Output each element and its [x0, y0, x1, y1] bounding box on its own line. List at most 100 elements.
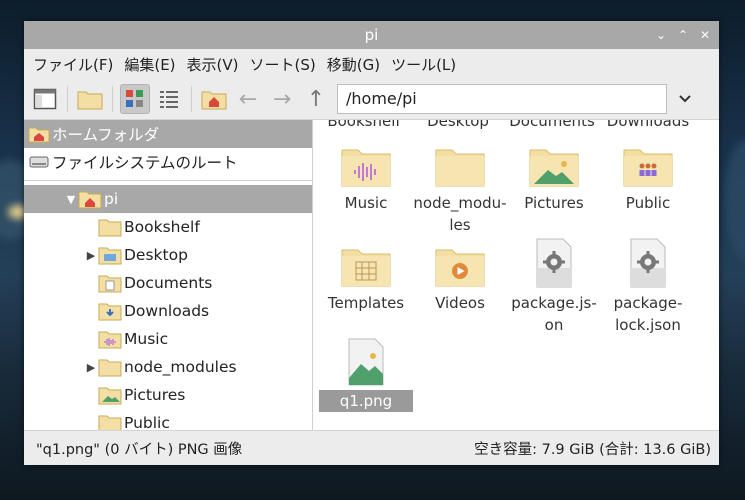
- address-bar[interactable]: /home/pi: [337, 84, 667, 114]
- menu-bar: ファイル(F) 編集(E) 表示(V) ソート(S) 移動(G) ツール(L): [24, 49, 719, 79]
- expander-icon[interactable]: ▶: [84, 361, 98, 374]
- selection-info: "q1.png" (0 バイト) PNG 画像: [36, 441, 243, 458]
- disk-space-info: 空き容量: 7.9 GiB (合計: 13.6 GiB): [474, 441, 711, 458]
- chevron-down-icon[interactable]: [671, 84, 699, 114]
- window-title: pi: [364, 26, 379, 44]
- file-item[interactable]: Downloads: [601, 120, 695, 132]
- file-item[interactable]: Bookshelf: [317, 120, 411, 132]
- desktop-folder-icon: [98, 245, 122, 265]
- menu-file[interactable]: ファイル(F): [30, 54, 121, 75]
- places-pane: ホームフォルダ ファイルシステムのルート: [24, 120, 312, 181]
- folder-icon: [98, 413, 122, 430]
- file-item-videos[interactable]: Videos: [413, 238, 507, 314]
- file-name: Bookshelf: [327, 120, 401, 130]
- tree-item-pictures[interactable]: Pictures: [24, 381, 312, 409]
- file-item-node-modules[interactable]: node_modu- les: [413, 138, 507, 236]
- file-name: Templates: [327, 294, 405, 312]
- file-name: Downloads: [606, 120, 690, 130]
- icon-view: Bookshelf Desktop Documents Downloads Mu…: [313, 120, 719, 430]
- expander-icon[interactable]: ▼: [64, 193, 78, 206]
- folder-icon: [98, 357, 122, 377]
- menu-sort[interactable]: ソート(S): [247, 54, 324, 75]
- tree-item-music[interactable]: Music: [24, 325, 312, 353]
- videos-folder-icon: [413, 238, 507, 288]
- file-name: package- lock.json: [613, 294, 683, 334]
- drive-icon: [28, 152, 50, 172]
- tree-label: Music: [124, 330, 169, 348]
- tree-item-pi[interactable]: ▼ pi: [24, 185, 312, 213]
- file-name: Public: [625, 194, 671, 212]
- file-name: package.js- on: [511, 294, 597, 334]
- home-folder-icon: [28, 124, 50, 144]
- music-folder-icon: [98, 329, 122, 349]
- back-arrow-icon[interactable]: ←: [233, 84, 263, 114]
- new-window-button[interactable]: [30, 84, 60, 114]
- file-name: q1.png: [319, 390, 413, 412]
- list-view-button[interactable]: [154, 84, 184, 114]
- documents-folder-icon: [98, 273, 122, 293]
- place-home-folder[interactable]: ホームフォルダ: [24, 120, 312, 148]
- grid-view-icon: [126, 90, 143, 107]
- file-item-pictures[interactable]: Pictures: [507, 138, 601, 214]
- tree-item-desktop[interactable]: ▶ Desktop: [24, 241, 312, 269]
- file-item-q1-png[interactable]: q1.png: [319, 336, 413, 412]
- file-item[interactable]: Documents: [505, 120, 599, 132]
- tree-item-public[interactable]: Public: [24, 409, 312, 430]
- toolbar: ← → ↑ /home/pi: [24, 79, 719, 120]
- tree-label: Public: [124, 414, 170, 430]
- close-icon[interactable]: ✕: [697, 27, 713, 43]
- title-bar[interactable]: pi ⌄ ⌃ ✕: [24, 21, 719, 49]
- minimize-icon[interactable]: ⌄: [653, 27, 669, 43]
- tree-label: node_modules: [124, 358, 237, 376]
- file-item-music[interactable]: Music: [319, 138, 413, 214]
- tree-label: Desktop: [124, 246, 188, 264]
- place-label: ホームフォルダ: [52, 126, 160, 144]
- up-arrow-icon[interactable]: ↑: [301, 84, 331, 114]
- expander-icon[interactable]: ▶: [84, 249, 98, 262]
- file-name: Desktop: [427, 120, 489, 130]
- menu-edit[interactable]: 編集(E): [121, 54, 183, 75]
- file-item-public[interactable]: Public: [601, 138, 695, 214]
- json-file-icon: [601, 238, 695, 288]
- file-item-templates[interactable]: Templates: [319, 238, 413, 314]
- tree-label: Bookshelf: [124, 218, 200, 236]
- maximize-icon[interactable]: ⌃: [675, 27, 691, 43]
- menu-tools[interactable]: ツール(L): [388, 54, 464, 75]
- downloads-folder-icon: [98, 301, 122, 321]
- tree-label: Documents: [124, 274, 213, 292]
- tree-label: pi: [104, 190, 119, 208]
- file-item-package-json[interactable]: package.js- on: [507, 238, 601, 336]
- menu-view[interactable]: 表示(V): [184, 54, 247, 75]
- tree-label: Pictures: [124, 386, 186, 404]
- place-filesystem-root[interactable]: ファイルシステムのルート: [24, 148, 312, 176]
- list-view-icon: [160, 91, 178, 108]
- forward-arrow-icon[interactable]: →: [267, 84, 297, 114]
- tree-item-bookshelf[interactable]: Bookshelf: [24, 213, 312, 241]
- tree-label: Downloads: [124, 302, 210, 320]
- templates-folder-icon: [319, 238, 413, 288]
- status-bar: "q1.png" (0 バイト) PNG 画像 空き容量: 7.9 GiB (合…: [24, 430, 719, 465]
- json-file-icon: [507, 238, 601, 288]
- home-folder-icon: [78, 189, 102, 209]
- new-tab-button[interactable]: [75, 84, 105, 114]
- tree-item-downloads[interactable]: Downloads: [24, 297, 312, 325]
- file-name: node_modu- les: [413, 194, 507, 234]
- place-label: ファイルシステムのルート: [52, 154, 238, 172]
- music-folder-icon: [319, 138, 413, 188]
- icon-view-button[interactable]: [120, 84, 150, 114]
- menu-go[interactable]: 移動(G): [324, 54, 388, 75]
- tree-item-documents[interactable]: Documents: [24, 269, 312, 297]
- image-file-icon: [319, 336, 413, 386]
- folder-icon: [98, 217, 122, 237]
- file-item-package-lock-json[interactable]: package- lock.json: [601, 238, 695, 336]
- directory-tree: ▼ pi Bookshelf ▶ Desktop Documents Downl…: [24, 181, 312, 430]
- file-manager-window: pi ⌄ ⌃ ✕ ファイル(F) 編集(E) 表示(V) ソート(S) 移動(G…: [24, 21, 719, 465]
- sidebar: ホームフォルダ ファイルシステムのルート ▼ pi Bookshelf ▶ De…: [24, 120, 313, 430]
- home-folder-icon: [201, 91, 227, 110]
- file-name: Videos: [435, 294, 485, 312]
- tree-item-node-modules[interactable]: ▶ node_modules: [24, 353, 312, 381]
- file-item[interactable]: Desktop: [411, 120, 505, 132]
- folder-icon: [413, 138, 507, 188]
- pictures-folder-icon: [507, 138, 601, 188]
- home-button[interactable]: [199, 84, 229, 114]
